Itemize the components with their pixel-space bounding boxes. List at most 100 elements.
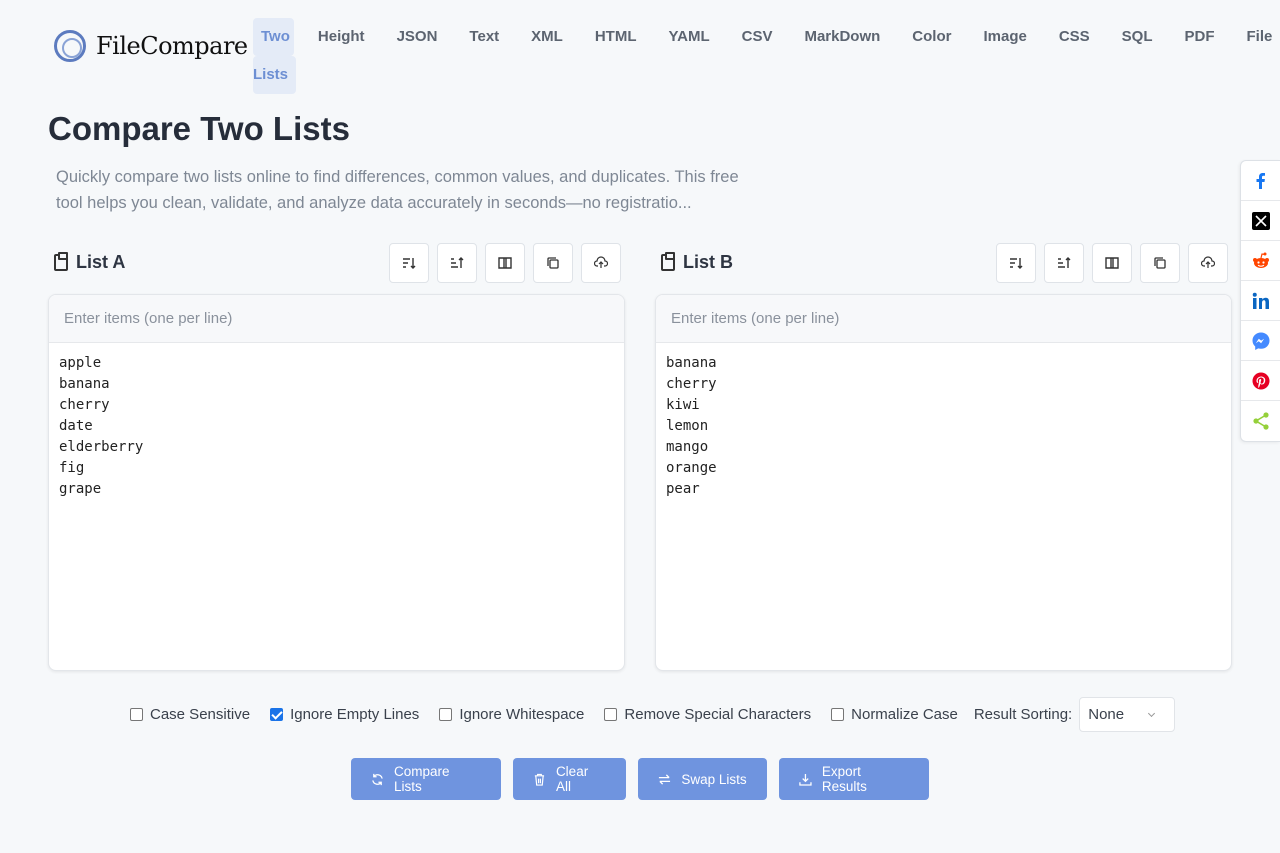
normalize-case-option[interactable]: Normalize Case [831, 706, 958, 723]
copy-button[interactable] [1140, 243, 1180, 283]
nav-item-text[interactable]: Text [453, 18, 515, 56]
messenger-icon [1252, 332, 1269, 350]
sort-descending-icon [1058, 257, 1071, 268]
export-results-label: Export Results [821, 764, 867, 794]
main-nav: Two Height JSON Text XML HTML YAML CSV M… [253, 18, 1280, 94]
linkedin-icon [1252, 292, 1269, 309]
split-view-button[interactable] [485, 243, 525, 283]
result-sorting-select[interactable]: None [1079, 697, 1176, 732]
nav-item-two-lists-line2[interactable]: Lists [253, 56, 297, 94]
nav-item-height[interactable]: Height [294, 18, 381, 56]
list-b-panel: List B Enter items (one per line) banana… [655, 243, 1232, 671]
swap-icon [659, 773, 671, 785]
sort-ascending-button[interactable] [996, 243, 1036, 283]
nav-item-html[interactable]: HTML [579, 18, 653, 56]
list-a-textarea[interactable]: apple banana cherry date elderberry fig … [49, 343, 624, 510]
list-a-editor[interactable]: Enter items (one per line) apple banana … [48, 294, 625, 671]
clear-all-label: Clear All [555, 764, 589, 794]
nav-item-pdf[interactable]: PDF [1169, 18, 1231, 56]
list-a-line: grape [59, 481, 102, 497]
facebook-icon [1256, 172, 1265, 189]
nav-item-xml[interactable]: XML [515, 18, 579, 56]
clipboard-icon [54, 252, 68, 271]
clear-all-button[interactable]: Clear All [513, 758, 626, 800]
copy-icon [547, 257, 559, 269]
sort-descending-button[interactable] [1044, 243, 1084, 283]
list-b-title: List B [661, 252, 733, 273]
nav-item-json[interactable]: JSON [381, 18, 454, 56]
reddit-icon [1252, 252, 1269, 268]
list-a-line: banana [59, 376, 110, 392]
list-a-panel: List A Enter items (one per line) apple … [48, 243, 625, 671]
compare-lists-button[interactable]: Compare Lists [351, 758, 501, 800]
logo-icon [54, 30, 86, 62]
sort-ascending-button[interactable] [389, 243, 429, 283]
nav-item-csv[interactable]: CSV [726, 18, 789, 56]
list-a-label: List A [76, 252, 126, 272]
nav-item-file[interactable]: File [1231, 18, 1273, 56]
sort-descending-icon [451, 257, 464, 268]
x-icon [1251, 211, 1270, 230]
pinterest-icon [1252, 372, 1269, 389]
share-bar [1240, 160, 1280, 442]
nav-item-markdown[interactable]: MarkDown [788, 18, 896, 56]
share-more-button[interactable] [1241, 401, 1280, 441]
list-a-title: List A [54, 252, 125, 273]
nav-item-sql[interactable]: SQL [1106, 18, 1169, 56]
copy-button[interactable] [533, 243, 573, 283]
ignore-empty-checkbox[interactable] [270, 708, 284, 721]
export-results-button[interactable]: Export Results [779, 758, 929, 800]
remove-special-option[interactable]: Remove Special Characters [604, 706, 811, 723]
list-a-line: date [59, 418, 93, 434]
swap-lists-label: Swap Lists [681, 771, 747, 787]
sort-descending-button[interactable] [437, 243, 477, 283]
nav-item-two-lists[interactable]: Two [253, 18, 294, 56]
ignore-whitespace-checkbox[interactable] [439, 708, 453, 721]
sort-ascending-icon [1010, 258, 1023, 269]
copy-icon [1154, 257, 1166, 269]
ignore-whitespace-option[interactable]: Ignore Whitespace [439, 706, 584, 723]
list-b-toolbar [996, 243, 1228, 283]
trash-icon [534, 773, 545, 786]
nav-item-yaml[interactable]: YAML [652, 18, 725, 56]
upload-icon [594, 256, 608, 268]
list-b-placeholder: Enter items (one per line) [656, 295, 1231, 343]
list-b-textarea[interactable]: banana cherry kiwi lemon mango orange pe… [656, 343, 1231, 510]
clipboard-icon [661, 252, 675, 271]
upload-button[interactable] [581, 243, 621, 283]
nav-item-image[interactable]: Image [967, 18, 1042, 56]
share-pinterest-button[interactable] [1241, 361, 1280, 401]
case-sensitive-option[interactable]: Case Sensitive [130, 706, 250, 723]
remove-special-checkbox[interactable] [604, 708, 618, 721]
list-b-line: orange [666, 460, 717, 476]
normalize-case-checkbox[interactable] [831, 708, 845, 721]
split-view-button[interactable] [1092, 243, 1132, 283]
list-a-line: cherry [59, 397, 110, 413]
logo[interactable]: FileCompare [54, 30, 248, 62]
list-b-line: mango [666, 439, 709, 455]
share-reddit-button[interactable] [1241, 241, 1280, 281]
action-buttons: Compare Lists Clear All Swap Lists Expor… [351, 758, 929, 800]
book-icon [498, 257, 512, 269]
nav-item-color[interactable]: Color [896, 18, 967, 56]
share-facebook-button[interactable] [1241, 161, 1280, 201]
share-messenger-button[interactable] [1241, 321, 1280, 361]
swap-lists-button[interactable]: Swap Lists [638, 758, 767, 800]
ignore-empty-option[interactable]: Ignore Empty Lines [270, 706, 419, 723]
refresh-icon [372, 773, 383, 785]
list-a-placeholder: Enter items (one per line) [49, 295, 624, 343]
list-b-line: pear [666, 481, 700, 497]
case-sensitive-checkbox[interactable] [130, 708, 143, 721]
share-x-button[interactable] [1241, 201, 1280, 241]
list-a-line: fig [59, 460, 85, 476]
upload-button[interactable] [1188, 243, 1228, 283]
list-b-line: cherry [666, 376, 717, 392]
page-description: Quickly compare two lists online to find… [56, 168, 739, 212]
list-b-header: List B [655, 243, 1232, 283]
share-linkedin-button[interactable] [1241, 281, 1280, 321]
chevron-down-icon [1148, 709, 1156, 718]
nav-item-css[interactable]: CSS [1043, 18, 1106, 56]
list-b-editor[interactable]: Enter items (one per line) banana cherry… [655, 294, 1232, 671]
book-icon [1105, 257, 1119, 269]
normalize-case-label: Normalize Case [851, 706, 958, 723]
